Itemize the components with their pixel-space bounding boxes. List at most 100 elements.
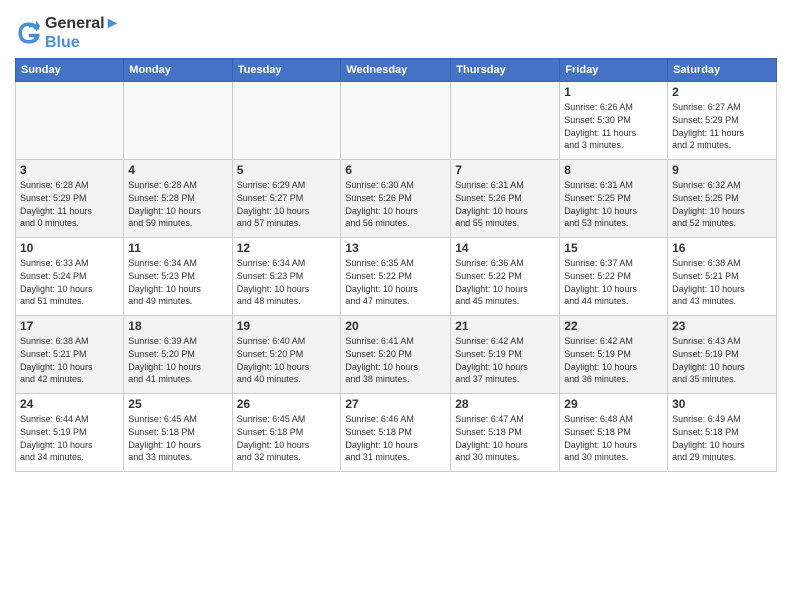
header-monday: Monday (124, 59, 232, 82)
day-number: 22 (564, 319, 663, 333)
calendar-cell (16, 82, 124, 160)
calendar-cell (341, 82, 451, 160)
logo-text: General► Blue (45, 14, 120, 52)
calendar-cell: 9 Sunrise: 6:32 AM Sunset: 5:25 PM Daylig… (668, 160, 777, 238)
calendar-cell: 1 Sunrise: 6:26 AM Sunset: 5:30 PM Daylig… (560, 82, 668, 160)
week-row-5: 24 Sunrise: 6:44 AM Sunset: 5:19 PM Dayli… (16, 394, 777, 472)
header-friday: Friday (560, 59, 668, 82)
day-number: 25 (128, 397, 227, 411)
day-info: Sunrise: 6:42 AM Sunset: 5:19 PM Dayligh… (564, 335, 663, 385)
calendar-cell: 3 Sunrise: 6:28 AM Sunset: 5:29 PM Daylig… (16, 160, 124, 238)
day-info: Sunrise: 6:37 AM Sunset: 5:22 PM Dayligh… (564, 257, 663, 307)
day-number: 12 (237, 241, 337, 255)
day-number: 28 (455, 397, 555, 411)
calendar-cell: 13 Sunrise: 6:35 AM Sunset: 5:22 PM Dayli… (341, 238, 451, 316)
day-info: Sunrise: 6:34 AM Sunset: 5:23 PM Dayligh… (128, 257, 227, 307)
day-number: 19 (237, 319, 337, 333)
calendar-cell: 4 Sunrise: 6:28 AM Sunset: 5:28 PM Daylig… (124, 160, 232, 238)
week-row-4: 17Sunrise: 6:38 AM Sunset: 5:21 PM Dayli… (16, 316, 777, 394)
day-number: 4 (128, 163, 227, 177)
calendar-cell: 27 Sunrise: 6:46 AM Sunset: 5:18 PM Dayli… (341, 394, 451, 472)
day-info: Sunrise: 6:42 AM Sunset: 5:19 PM Dayligh… (455, 335, 555, 385)
day-number: 14 (455, 241, 555, 255)
calendar-cell: 14 Sunrise: 6:36 AM Sunset: 5:22 PM Dayli… (451, 238, 560, 316)
day-number: 21 (455, 319, 555, 333)
day-number: 27 (345, 397, 446, 411)
calendar-cell: 19Sunrise: 6:40 AM Sunset: 5:20 PM Dayli… (232, 316, 341, 394)
day-info: Sunrise: 6:32 AM Sunset: 5:25 PM Dayligh… (672, 179, 772, 229)
calendar-cell: 20 Sunrise: 6:41 AM Sunset: 5:20 PM Dayli… (341, 316, 451, 394)
header-row: SundayMondayTuesdayWednesdayThursdayFrid… (16, 59, 777, 82)
calendar-cell (451, 82, 560, 160)
day-number: 1 (564, 85, 663, 99)
day-number: 2 (672, 85, 772, 99)
day-info: Sunrise: 6:30 AM Sunset: 5:26 PM Dayligh… (345, 179, 446, 229)
calendar-cell: 25 Sunrise: 6:45 AM Sunset: 5:18 PM Dayli… (124, 394, 232, 472)
calendar-cell (232, 82, 341, 160)
calendar-cell: 30Sunrise: 6:49 AM Sunset: 5:18 PM Dayli… (668, 394, 777, 472)
day-number: 8 (564, 163, 663, 177)
day-number: 23 (672, 319, 772, 333)
header: General► Blue (15, 10, 777, 52)
day-info: Sunrise: 6:44 AM Sunset: 5:19 PM Dayligh… (20, 413, 119, 463)
day-info: Sunrise: 6:47 AM Sunset: 5:18 PM Dayligh… (455, 413, 555, 463)
calendar-cell: 15Sunrise: 6:37 AM Sunset: 5:22 PM Dayli… (560, 238, 668, 316)
day-info: Sunrise: 6:45 AM Sunset: 5:18 PM Dayligh… (128, 413, 227, 463)
day-number: 9 (672, 163, 772, 177)
day-number: 10 (20, 241, 119, 255)
header-saturday: Saturday (668, 59, 777, 82)
day-number: 6 (345, 163, 446, 177)
calendar-cell: 29 Sunrise: 6:48 AM Sunset: 5:18 PM Dayli… (560, 394, 668, 472)
day-info: Sunrise: 6:41 AM Sunset: 5:20 PM Dayligh… (345, 335, 446, 385)
day-info: Sunrise: 6:49 AM Sunset: 5:18 PM Dayligh… (672, 413, 772, 463)
calendar-cell: 7Sunrise: 6:31 AM Sunset: 5:26 PM Daylig… (451, 160, 560, 238)
day-number: 11 (128, 241, 227, 255)
day-info: Sunrise: 6:45 AM Sunset: 5:18 PM Dayligh… (237, 413, 337, 463)
day-number: 16 (672, 241, 772, 255)
week-row-3: 10 Sunrise: 6:33 AM Sunset: 5:24 PM Dayli… (16, 238, 777, 316)
day-number: 29 (564, 397, 663, 411)
header-tuesday: Tuesday (232, 59, 341, 82)
calendar-cell: 6 Sunrise: 6:30 AM Sunset: 5:26 PM Daylig… (341, 160, 451, 238)
day-info: Sunrise: 6:39 AM Sunset: 5:20 PM Dayligh… (128, 335, 227, 385)
calendar-cell: 2 Sunrise: 6:27 AM Sunset: 5:29 PM Daylig… (668, 82, 777, 160)
day-info: Sunrise: 6:38 AM Sunset: 5:21 PM Dayligh… (20, 335, 119, 385)
day-info: Sunrise: 6:31 AM Sunset: 5:26 PM Dayligh… (455, 179, 555, 229)
day-number: 5 (237, 163, 337, 177)
calendar-cell (124, 82, 232, 160)
calendar-cell: 21 Sunrise: 6:42 AM Sunset: 5:19 PM Dayli… (451, 316, 560, 394)
calendar-cell: 11 Sunrise: 6:34 AM Sunset: 5:23 PM Dayli… (124, 238, 232, 316)
day-number: 13 (345, 241, 446, 255)
header-sunday: Sunday (16, 59, 124, 82)
calendar-cell: 17Sunrise: 6:38 AM Sunset: 5:21 PM Dayli… (16, 316, 124, 394)
header-thursday: Thursday (451, 59, 560, 82)
calendar-cell: 18 Sunrise: 6:39 AM Sunset: 5:20 PM Dayli… (124, 316, 232, 394)
calendar-cell: 8 Sunrise: 6:31 AM Sunset: 5:25 PM Daylig… (560, 160, 668, 238)
calendar-cell: 24 Sunrise: 6:44 AM Sunset: 5:19 PM Dayli… (16, 394, 124, 472)
day-info: Sunrise: 6:27 AM Sunset: 5:29 PM Dayligh… (672, 101, 772, 151)
day-number: 3 (20, 163, 119, 177)
calendar-cell: 28 Sunrise: 6:47 AM Sunset: 5:18 PM Dayli… (451, 394, 560, 472)
logo-icon (15, 19, 43, 47)
week-row-2: 3 Sunrise: 6:28 AM Sunset: 5:29 PM Daylig… (16, 160, 777, 238)
day-info: Sunrise: 6:33 AM Sunset: 5:24 PM Dayligh… (20, 257, 119, 307)
day-info: Sunrise: 6:28 AM Sunset: 5:29 PM Dayligh… (20, 179, 119, 229)
calendar-cell: 23Sunrise: 6:43 AM Sunset: 5:19 PM Dayli… (668, 316, 777, 394)
day-info: Sunrise: 6:29 AM Sunset: 5:27 PM Dayligh… (237, 179, 337, 229)
day-info: Sunrise: 6:31 AM Sunset: 5:25 PM Dayligh… (564, 179, 663, 229)
day-info: Sunrise: 6:26 AM Sunset: 5:30 PM Dayligh… (564, 101, 663, 151)
day-info: Sunrise: 6:38 AM Sunset: 5:21 PM Dayligh… (672, 257, 772, 307)
day-info: Sunrise: 6:46 AM Sunset: 5:18 PM Dayligh… (345, 413, 446, 463)
page: General► Blue SundayMondayTuesdayWednesd… (0, 0, 792, 612)
day-info: Sunrise: 6:48 AM Sunset: 5:18 PM Dayligh… (564, 413, 663, 463)
day-number: 18 (128, 319, 227, 333)
day-info: Sunrise: 6:36 AM Sunset: 5:22 PM Dayligh… (455, 257, 555, 307)
day-number: 26 (237, 397, 337, 411)
calendar-cell: 16 Sunrise: 6:38 AM Sunset: 5:21 PM Dayli… (668, 238, 777, 316)
day-number: 24 (20, 397, 119, 411)
day-info: Sunrise: 6:28 AM Sunset: 5:28 PM Dayligh… (128, 179, 227, 229)
day-number: 20 (345, 319, 446, 333)
day-info: Sunrise: 6:34 AM Sunset: 5:23 PM Dayligh… (237, 257, 337, 307)
week-row-1: 1 Sunrise: 6:26 AM Sunset: 5:30 PM Daylig… (16, 82, 777, 160)
day-info: Sunrise: 6:35 AM Sunset: 5:22 PM Dayligh… (345, 257, 446, 307)
